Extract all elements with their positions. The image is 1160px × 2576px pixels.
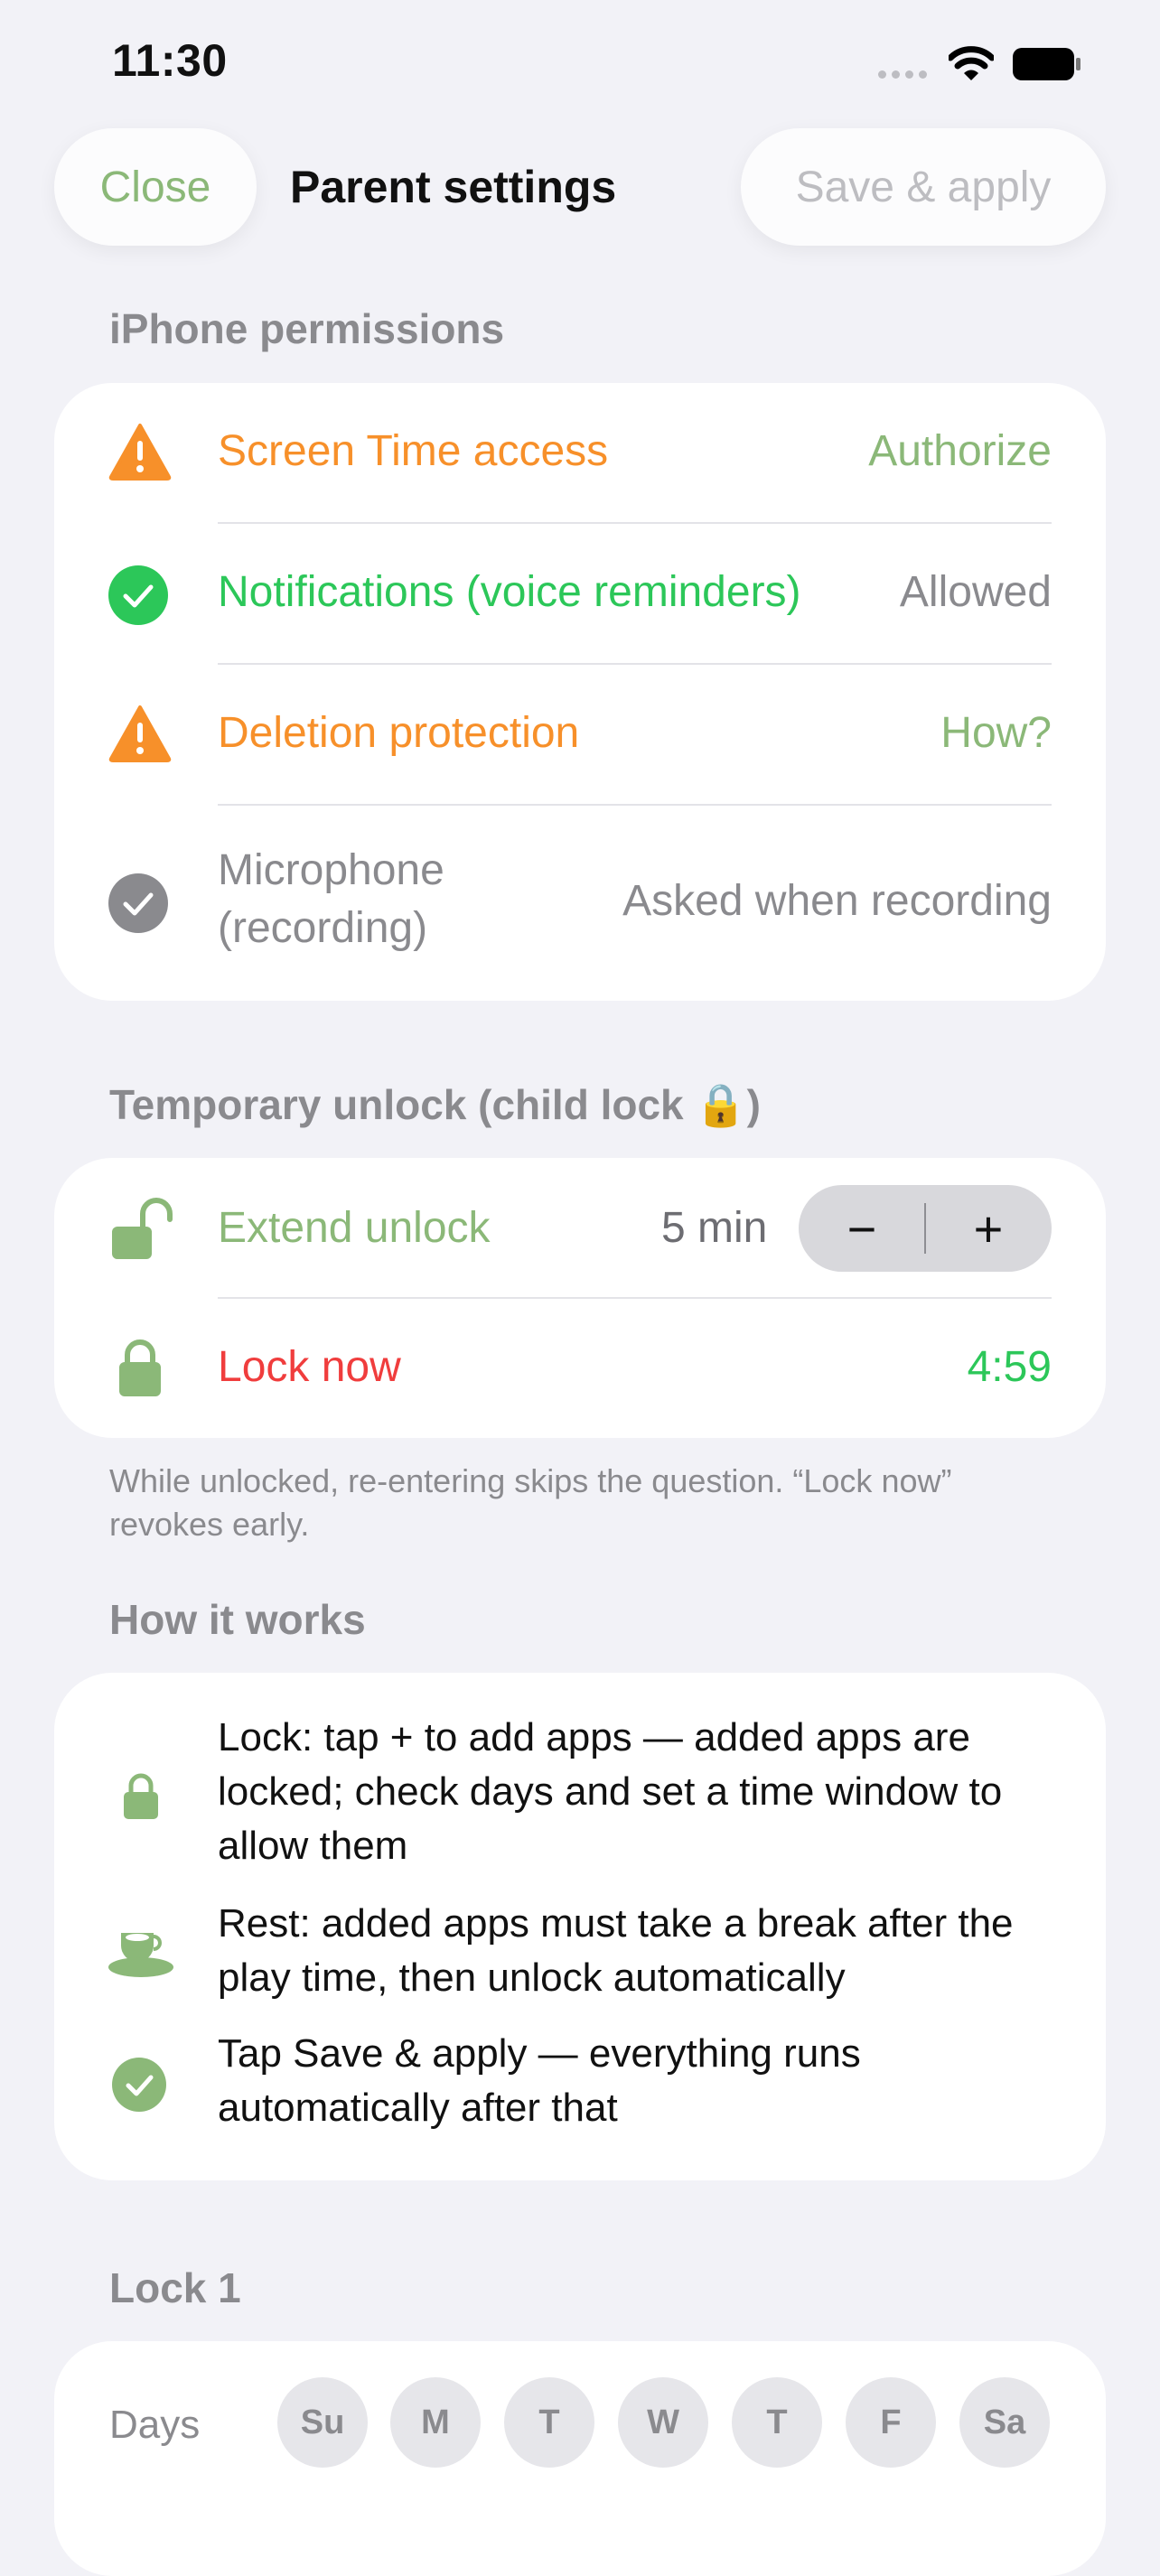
how-save-text: Tap Save & apply — everything runs autom… (218, 2031, 861, 2130)
permissions-section-title: iPhone permissions (109, 305, 505, 352)
days-label: Days (109, 2403, 201, 2447)
day-toggle-sunday[interactable]: Su (277, 2377, 368, 2468)
status-time: 11:30 (112, 35, 228, 86)
unlock-section-title: Temporary unlock (child lock 🔒) (109, 1081, 761, 1128)
check-circle-icon (112, 2058, 166, 2116)
day-toggle-tuesday[interactable]: T (504, 2377, 594, 2468)
page-title: Parent settings (290, 162, 617, 212)
unlock-icon (108, 1196, 173, 1265)
permission-label-line: (recording) (218, 904, 428, 952)
permission-row-microphone[interactable]: Microphone (recording) Asked when record… (54, 806, 1106, 1001)
close-button[interactable]: Close (54, 128, 257, 246)
cup-icon (107, 1926, 175, 1984)
lock-now-button[interactable]: Lock now (218, 1342, 401, 1392)
day-toggle-friday[interactable]: F (846, 2377, 936, 2468)
increment-button[interactable]: + (925, 1185, 1052, 1272)
day-toggle-wednesday[interactable]: W (618, 2377, 708, 2468)
permission-row-notifications[interactable]: Notifications (voice reminders) Allowed (54, 524, 1106, 665)
how-link[interactable]: How? (940, 708, 1052, 758)
permissions-card: Screen Time access Authorize Notificatio… (54, 383, 1106, 1001)
how-lock-text: Lock: tap + to add apps — added apps are… (218, 1715, 1003, 1868)
warning-icon (108, 423, 172, 485)
save-apply-button[interactable]: Save & apply (741, 128, 1106, 246)
permission-label: Deletion protection (218, 709, 580, 757)
unlock-countdown: 4:59 (967, 1343, 1052, 1391)
duration-stepper[interactable]: − + (799, 1185, 1052, 1272)
how-section-title: How it works (109, 1596, 366, 1643)
check-circle-icon (108, 565, 168, 630)
permission-status: Asked when recording (622, 877, 1052, 925)
lock-icon (123, 1770, 159, 1825)
extend-unlock-row: Extend unlock 5 min − + (54, 1158, 1106, 1298)
extend-unlock-label: Extend unlock (218, 1204, 491, 1252)
lock-now-row[interactable]: Lock now 4:59 (54, 1299, 1106, 1438)
permission-label: Microphone (recording) (218, 842, 444, 957)
lock1-section-title: Lock 1 (109, 2264, 241, 2311)
how-card: Lock: tap + to add apps — added apps are… (54, 1673, 1106, 2180)
permission-label: Screen Time access (218, 427, 609, 475)
lock-icon (117, 1337, 163, 1403)
extend-duration: 5 min (661, 1204, 768, 1252)
check-circle-icon (108, 873, 168, 938)
permission-row-screen-time[interactable]: Screen Time access Authorize (54, 383, 1106, 524)
warning-icon (108, 705, 172, 767)
permission-label-line: Microphone (218, 846, 444, 894)
day-toggle-thursday[interactable]: T (732, 2377, 822, 2468)
permission-status: Allowed (899, 568, 1052, 616)
wifi-icon (947, 43, 996, 83)
lock1-card (54, 2341, 1106, 2576)
battery-icon (1012, 47, 1082, 81)
authorize-link[interactable]: Authorize (868, 426, 1052, 476)
unlock-card: Extend unlock 5 min − + Lock now 4:59 (54, 1158, 1106, 1438)
unlock-footnote: While unlocked, re-entering skips the qu… (109, 1462, 952, 1543)
permission-label: Notifications (voice reminders) (218, 568, 801, 616)
decrement-button[interactable]: − (799, 1185, 925, 1272)
how-rest-text: Rest: added apps must take a break after… (218, 1901, 1014, 2000)
day-toggle-monday[interactable]: M (390, 2377, 481, 2468)
permission-row-deletion-protection[interactable]: Deletion protection How? (54, 665, 1106, 806)
day-toggle-saturday[interactable]: Sa (959, 2377, 1050, 2468)
cellular-signal-icon (878, 70, 929, 79)
